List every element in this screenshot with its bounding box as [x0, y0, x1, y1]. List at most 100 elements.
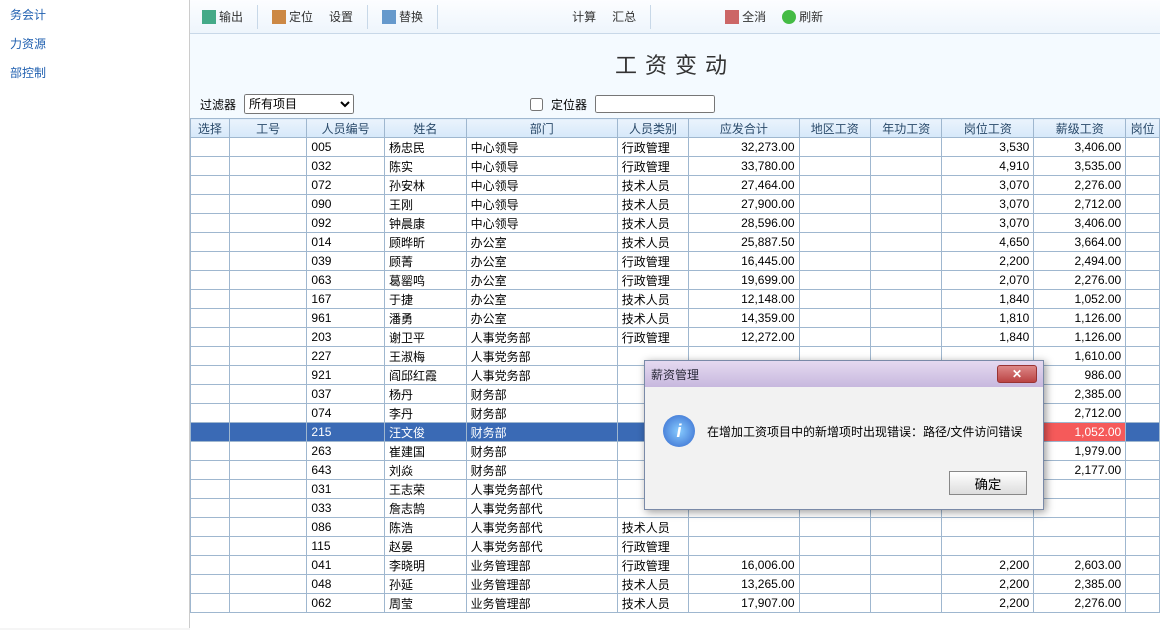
- cell[interactable]: [1126, 480, 1160, 499]
- cell[interactable]: 行政管理: [617, 252, 688, 271]
- col-dept[interactable]: 部门: [466, 119, 617, 138]
- cell[interactable]: 杨丹: [384, 385, 466, 404]
- col-post[interactable]: 岗位工资: [942, 119, 1034, 138]
- cell[interactable]: [1126, 556, 1160, 575]
- cell[interactable]: [1126, 499, 1160, 518]
- cell[interactable]: [229, 537, 307, 556]
- cell[interactable]: [1126, 195, 1160, 214]
- col-select[interactable]: 选择: [191, 119, 230, 138]
- cell[interactable]: [799, 233, 870, 252]
- cell[interactable]: 周莹: [384, 594, 466, 613]
- filter-select[interactable]: 所有项目: [244, 94, 354, 114]
- cell[interactable]: [1126, 575, 1160, 594]
- cell[interactable]: [870, 556, 941, 575]
- cell[interactable]: [191, 423, 230, 442]
- cell[interactable]: 2,200: [942, 594, 1034, 613]
- cell[interactable]: [191, 233, 230, 252]
- cell[interactable]: [1034, 518, 1126, 537]
- cell[interactable]: [1126, 518, 1160, 537]
- cell[interactable]: 4,650: [942, 233, 1034, 252]
- table-row[interactable]: 115赵晏人事党务部代行政管理: [191, 537, 1160, 556]
- cell[interactable]: [799, 214, 870, 233]
- export-button[interactable]: 输出: [194, 4, 251, 29]
- cell[interactable]: 074: [307, 404, 385, 423]
- cell[interactable]: 钟晨康: [384, 214, 466, 233]
- cell[interactable]: 2,276.00: [1034, 594, 1126, 613]
- cell[interactable]: [942, 518, 1034, 537]
- table-row[interactable]: 048孙延业务管理部技术人员13,265.002,2002,385.00: [191, 575, 1160, 594]
- cell[interactable]: 行政管理: [617, 328, 688, 347]
- cell[interactable]: 014: [307, 233, 385, 252]
- cell[interactable]: [689, 518, 799, 537]
- cell[interactable]: 14,359.00: [689, 309, 799, 328]
- table-row[interactable]: 014顾晔昕办公室技术人员25,887.504,6503,664.00: [191, 233, 1160, 252]
- calc-button[interactable]: 计算: [564, 4, 604, 29]
- table-row[interactable]: 203谢卫平人事党务部行政管理12,272.001,8401,126.00: [191, 328, 1160, 347]
- col-year[interactable]: 年功工资: [870, 119, 941, 138]
- cell[interactable]: 技术人员: [617, 290, 688, 309]
- cell[interactable]: 227: [307, 347, 385, 366]
- cell[interactable]: [229, 214, 307, 233]
- cell[interactable]: [799, 252, 870, 271]
- cell[interactable]: 技术人员: [617, 233, 688, 252]
- table-row[interactable]: 086陈浩人事党务部代技术人员: [191, 518, 1160, 537]
- cell[interactable]: [229, 157, 307, 176]
- table-row[interactable]: 005杨忠民中心领导行政管理32,273.003,5303,406.00: [191, 138, 1160, 157]
- cell[interactable]: 潘勇: [384, 309, 466, 328]
- cell[interactable]: [191, 575, 230, 594]
- cell[interactable]: 人事党务部代: [466, 518, 617, 537]
- cell[interactable]: [191, 347, 230, 366]
- cell[interactable]: 人事党务部: [466, 366, 617, 385]
- cell[interactable]: 203: [307, 328, 385, 347]
- cell[interactable]: 王刚: [384, 195, 466, 214]
- cell[interactable]: 921: [307, 366, 385, 385]
- clear-button[interactable]: 全消: [717, 4, 774, 29]
- cell[interactable]: [870, 328, 941, 347]
- cell[interactable]: 孙延: [384, 575, 466, 594]
- cell[interactable]: [799, 138, 870, 157]
- sidebar-item-control[interactable]: 部控制: [0, 58, 189, 87]
- cell[interactable]: [1034, 537, 1126, 556]
- cell[interactable]: [1126, 347, 1160, 366]
- cell[interactable]: 2,385.00: [1034, 385, 1126, 404]
- cell[interactable]: 刘焱: [384, 461, 466, 480]
- table-row[interactable]: 062周莹业务管理部技术人员17,907.002,2002,276.00: [191, 594, 1160, 613]
- cell[interactable]: [191, 556, 230, 575]
- cell[interactable]: 行政管理: [617, 138, 688, 157]
- col-id[interactable]: 工号: [229, 119, 307, 138]
- cell[interactable]: 031: [307, 480, 385, 499]
- cell[interactable]: [870, 309, 941, 328]
- cell[interactable]: [870, 252, 941, 271]
- cell[interactable]: 1,979.00: [1034, 442, 1126, 461]
- table-row[interactable]: 039顾菁办公室行政管理16,445.002,2002,494.00: [191, 252, 1160, 271]
- cell[interactable]: 961: [307, 309, 385, 328]
- cell[interactable]: [229, 271, 307, 290]
- cell[interactable]: 人事党务部代: [466, 537, 617, 556]
- cell[interactable]: [191, 290, 230, 309]
- cell[interactable]: 业务管理部: [466, 575, 617, 594]
- cell[interactable]: 005: [307, 138, 385, 157]
- cell[interactable]: 王淑梅: [384, 347, 466, 366]
- cell[interactable]: 3,070: [942, 214, 1034, 233]
- cell[interactable]: [870, 233, 941, 252]
- cell[interactable]: [229, 423, 307, 442]
- cell[interactable]: 孙安林: [384, 176, 466, 195]
- cell[interactable]: 陈浩: [384, 518, 466, 537]
- cell[interactable]: [1126, 461, 1160, 480]
- col-total[interactable]: 应发合计: [689, 119, 799, 138]
- cell[interactable]: [191, 328, 230, 347]
- cell[interactable]: 1,052.00: [1034, 290, 1126, 309]
- cell[interactable]: [870, 594, 941, 613]
- cell[interactable]: 1,840: [942, 328, 1034, 347]
- cell[interactable]: [191, 366, 230, 385]
- cell[interactable]: 32,273.00: [689, 138, 799, 157]
- cell[interactable]: 3,535.00: [1034, 157, 1126, 176]
- cell[interactable]: 财务部: [466, 461, 617, 480]
- locate-button[interactable]: 定位: [264, 4, 321, 29]
- cell[interactable]: [191, 252, 230, 271]
- cell[interactable]: [229, 499, 307, 518]
- cell[interactable]: 中心领导: [466, 176, 617, 195]
- cell[interactable]: 4,910: [942, 157, 1034, 176]
- cell[interactable]: [799, 328, 870, 347]
- cell[interactable]: [799, 195, 870, 214]
